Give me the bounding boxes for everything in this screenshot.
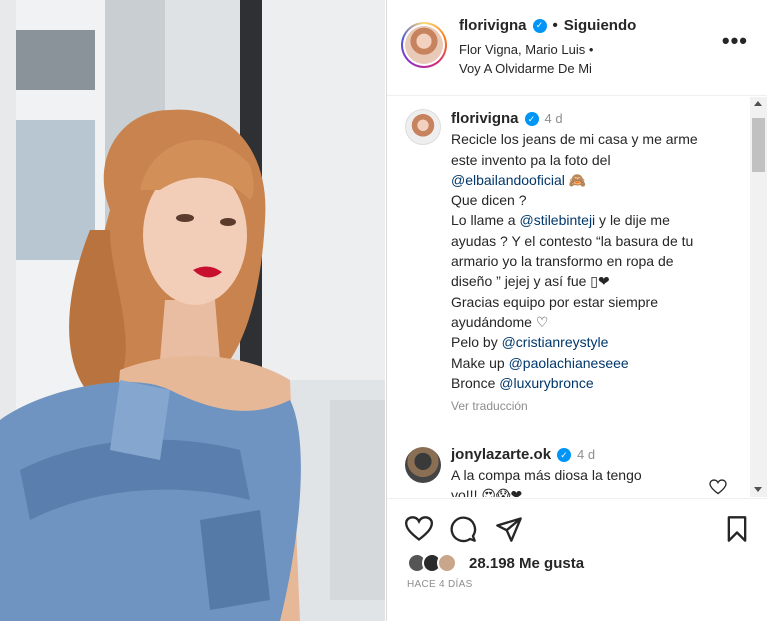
caption-line: diseño ” jejej y así fue ▯❤ (451, 273, 610, 290)
following-button[interactable]: Siguiendo (564, 17, 637, 34)
verified-badge-icon: ✓ (532, 18, 547, 33)
liker-avatar (437, 553, 457, 573)
commenter-username[interactable]: jonylazarte.ok (451, 445, 551, 465)
scroll-down-arrow-icon[interactable] (754, 487, 762, 492)
caption-avatar[interactable] (405, 109, 441, 145)
comment-time: 4 d (577, 447, 596, 462)
likes-count[interactable]: 28.198 Me gusta (469, 555, 584, 572)
comment-text: yo!!! 😍😱❤ (451, 487, 523, 497)
caption-line: Gracias equipo por estar siempre (451, 293, 658, 310)
like-heart-icon[interactable] (405, 515, 433, 543)
verified-badge-icon: ✓ (524, 112, 539, 127)
author-avatar[interactable] (401, 22, 447, 68)
audio-info[interactable]: Flor Vigna, Mario Luis • Voy A Olvidarme… (459, 40, 649, 78)
commenter-avatar[interactable] (405, 447, 441, 483)
mention-link[interactable]: @paolachianeseee (509, 355, 629, 371)
more-options-icon[interactable]: ••• (722, 30, 748, 52)
likes-summary[interactable]: 28.198 Me gusta (407, 553, 584, 573)
caption-line: este invento pa la foto del (451, 151, 611, 168)
action-bar: 28.198 Me gusta HACE 4 DÍAS (387, 498, 767, 621)
caption-text: Pelo by (451, 334, 502, 351)
see-translation-link[interactable]: Ver traducción (451, 399, 528, 413)
scrollbar-thumb[interactable] (752, 118, 765, 172)
monkey-emoji: 🙈 (568, 171, 587, 188)
post-header: florivigna ✓ • Siguiendo Flor Vigna, Mar… (387, 0, 767, 96)
like-comment-heart-icon[interactable] (709, 479, 727, 495)
liker-avatars (407, 553, 461, 573)
caption-time: 4 d (544, 111, 563, 126)
caption-line: armario yo la transformo en ropa de (451, 253, 674, 270)
save-bookmark-icon[interactable] (723, 515, 751, 543)
comment: jonylazarte.ok ✓ 4 d A la compa más dios… (451, 445, 711, 497)
mention-link[interactable]: @cristianreystyle (502, 334, 609, 350)
audio-artists[interactable]: Flor Vigna, Mario Luis • (459, 40, 649, 59)
mention-link[interactable]: @luxurybronce (499, 375, 593, 391)
post-time-ago: HACE 4 DÍAS (407, 579, 473, 590)
post-panel: florivigna ✓ • Siguiendo Flor Vigna, Mar… (386, 0, 767, 621)
caption-text: y le dije me (595, 212, 670, 229)
author-username[interactable]: florivigna (459, 17, 527, 34)
separator-dot: • (552, 17, 558, 34)
caption-text: Make up (451, 354, 509, 371)
comment-text: A la compa más diosa la tengo (451, 467, 642, 483)
caption-line: ayudándome ♡ (451, 313, 549, 330)
caption-text: Bronce (451, 374, 500, 391)
caption-line: ayudas ? Y el contesto “la basura de tu (451, 232, 694, 249)
scroll-up-arrow-icon[interactable] (754, 101, 762, 106)
audio-title[interactable]: Voy A Olvidarme De Mi (459, 59, 649, 78)
caption-text: Lo llame a (451, 212, 520, 229)
mention-link[interactable]: @elbailandooficial (451, 172, 565, 188)
caption-username[interactable]: florivigna (451, 109, 519, 129)
comments-list: florivigna ✓ 4 d Recicle los jeans de mi… (387, 97, 767, 497)
caption-line: Recicle los jeans de mi casa y me arme (451, 131, 698, 148)
post-photo[interactable] (0, 0, 385, 621)
caption: florivigna ✓ 4 d Recicle los jeans de mi… (451, 109, 751, 393)
verified-badge-icon: ✓ (557, 448, 572, 462)
share-send-icon[interactable] (495, 515, 523, 543)
mention-link[interactable]: @stilebinteji (519, 212, 595, 228)
caption-line: Que dicen ? (451, 192, 527, 209)
comment-bubble-icon[interactable] (449, 515, 477, 543)
